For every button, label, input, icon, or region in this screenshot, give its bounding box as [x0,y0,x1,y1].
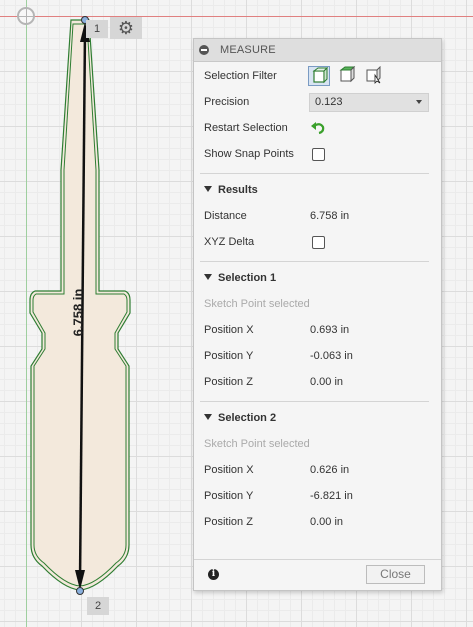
divider [200,401,429,402]
selection-filter-label: Selection Filter [204,70,277,82]
show-snap-points-checkbox[interactable] [312,148,325,161]
position-y-label: Position Y [204,490,254,502]
measure-panel: MEASURE Selection Filter Precision 0.123… [193,38,442,591]
position-z-label: Position Z [204,516,253,528]
gear-icon[interactable]: ⚙ [110,17,142,39]
point-1-label: 1 [86,20,108,38]
close-button[interactable]: Close [366,565,425,584]
show-snap-points-label: Show Snap Points [204,148,294,160]
selection-2-status: Sketch Point selected [204,434,434,454]
restart-arrow-icon[interactable] [310,120,326,136]
selection-1-header[interactable]: Selection 1 [204,272,276,284]
dimension-label: 6.758 in [70,288,86,337]
results-heading: Results [218,184,258,196]
precision-value: 0.123 [315,96,343,108]
filter-face-icon[interactable] [336,65,358,86]
filter-body-icon[interactable] [308,66,330,86]
restart-selection-label: Restart Selection [204,122,288,134]
selection-2-pos-y-row: Position Y -6.821 in [204,486,434,506]
triangle-down-icon [204,186,212,192]
position-z-label: Position Z [204,376,253,388]
panel-footer: i Close [194,559,441,590]
triangle-down-icon [204,274,212,280]
selection-2-header[interactable]: Selection 2 [204,412,276,424]
selection-2-heading: Selection 2 [218,412,277,424]
collapse-icon[interactable] [199,45,209,55]
selection-1-pos-z-row: Position Z 0.00 in [204,372,434,392]
selection-2-status-text: Sketch Point selected [204,438,310,450]
position-y-value: -6.821 in [310,490,353,502]
position-x-label: Position X [204,464,254,476]
xyz-delta-checkbox[interactable] [312,236,325,249]
precision-select[interactable]: 0.123 [309,93,429,112]
selection-2-pos-z-row: Position Z 0.00 in [204,512,434,532]
position-x-value: 0.693 in [310,324,350,336]
position-x-label: Position X [204,324,254,336]
selection-2-pos-x-row: Position X 0.626 in [204,460,434,480]
divider [200,261,429,262]
info-icon[interactable]: i [208,569,219,580]
divider [200,173,429,174]
selection-1-heading: Selection 1 [218,272,277,284]
position-y-value: -0.063 in [310,350,353,362]
results-header[interactable]: Results [204,184,258,196]
precision-label: Precision [204,96,250,108]
position-z-value: 0.00 in [310,376,344,388]
distance-value: 6.758 in [310,210,350,222]
position-z-value: 0.00 in [310,516,344,528]
position-x-value: 0.626 in [310,464,350,476]
position-y-label: Position Y [204,350,254,362]
triangle-down-icon [204,414,212,420]
selection-1-status: Sketch Point selected [204,294,434,314]
xyz-delta-label: XYZ Delta [204,236,255,248]
selection-1-status-text: Sketch Point selected [204,298,310,310]
sketch-point-2[interactable] [76,587,84,595]
panel-title: MEASURE [220,44,276,56]
filter-vertex-icon[interactable] [363,65,385,86]
chevron-down-icon [416,100,422,104]
selection-1-pos-y-row: Position Y -0.063 in [204,346,434,366]
selection-1-pos-x-row: Position X 0.693 in [204,320,434,340]
point-2-label: 2 [87,597,109,615]
panel-titlebar[interactable]: MEASURE [194,39,441,62]
distance-label: Distance [204,210,247,222]
distance-row: Distance 6.758 in [204,206,434,226]
